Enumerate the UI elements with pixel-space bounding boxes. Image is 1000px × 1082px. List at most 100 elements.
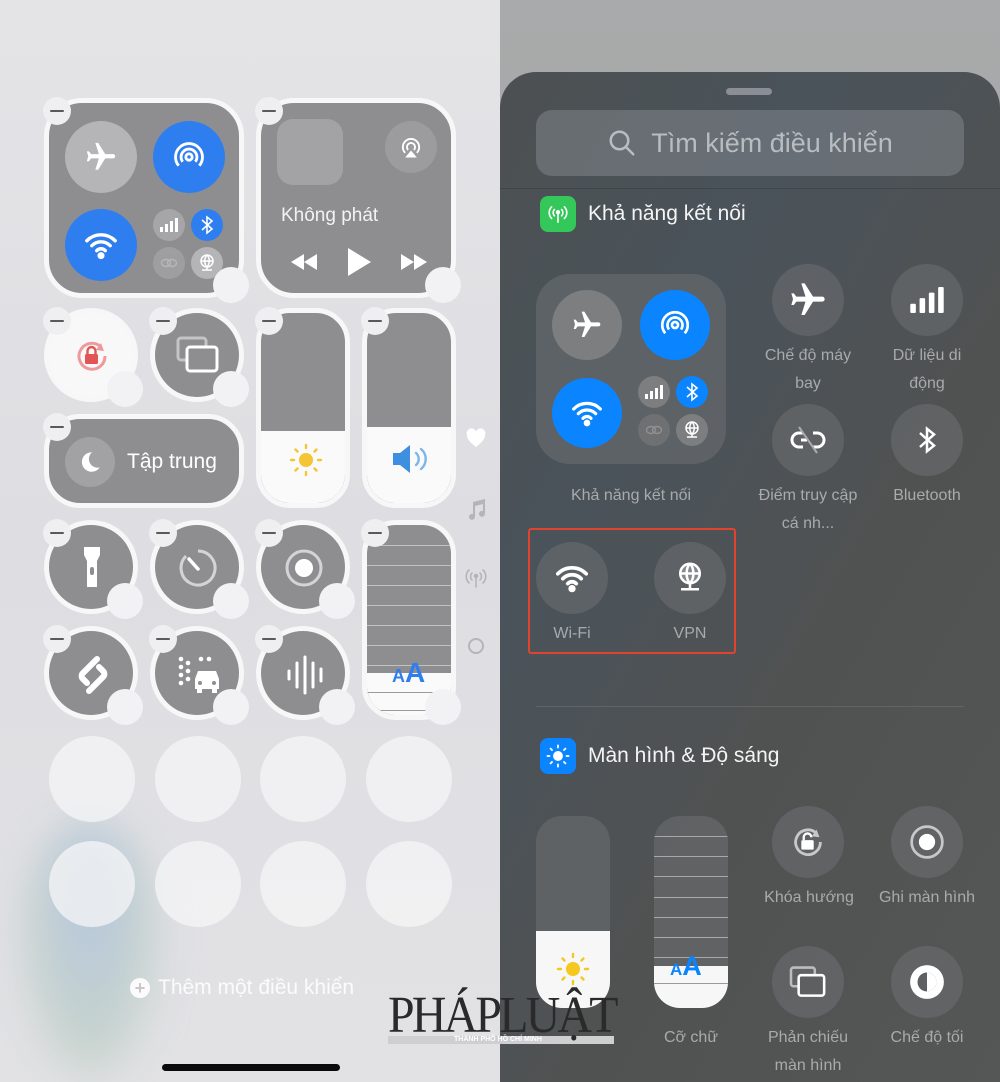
brightness-slider[interactable] xyxy=(255,307,350,508)
volume-slider[interactable] xyxy=(361,307,456,508)
control-personal-hotspot[interactable] xyxy=(772,404,844,476)
moon-icon xyxy=(81,452,100,472)
remove-control-button[interactable] xyxy=(43,625,71,653)
resize-handle[interactable] xyxy=(213,583,249,619)
remove-control-button[interactable] xyxy=(149,519,177,547)
empty-slot[interactable] xyxy=(260,841,346,927)
screen-mirroring-tile[interactable] xyxy=(149,307,249,407)
control-dark-mode[interactable] xyxy=(891,946,963,1018)
remove-control-button[interactable] xyxy=(255,519,283,547)
text-size-slider[interactable]: AA xyxy=(361,519,461,725)
resize-handle[interactable] xyxy=(107,583,143,619)
hotspot-icon xyxy=(160,258,178,268)
control-screen-mirroring[interactable] xyxy=(772,946,844,1018)
text-size-step-line xyxy=(654,876,728,878)
resize-handle[interactable] xyxy=(213,267,249,303)
remove-control-button[interactable] xyxy=(149,625,177,653)
empty-slot[interactable] xyxy=(260,736,346,822)
resize-handle[interactable] xyxy=(107,689,143,725)
text-size-step-line xyxy=(367,604,451,606)
remove-control-button[interactable] xyxy=(149,307,177,335)
rewind-icon[interactable] xyxy=(289,252,319,272)
bluetooth-toggle[interactable] xyxy=(191,209,223,241)
connectivity-tile[interactable] xyxy=(43,97,249,303)
remove-control-button[interactable] xyxy=(361,519,389,547)
search-placeholder: Tìm kiếm điều khiển xyxy=(651,127,893,158)
control-cellular-data[interactable] xyxy=(891,264,963,336)
add-control-label: Thêm một điều khiển xyxy=(158,976,355,999)
airplay-button[interactable] xyxy=(385,121,437,173)
empty-slot[interactable] xyxy=(365,736,452,822)
search-controls-field[interactable]: Tìm kiếm điều khiển xyxy=(536,110,964,176)
cellular-icon xyxy=(160,218,178,232)
resize-handle[interactable] xyxy=(213,371,249,407)
control-wifi[interactable] xyxy=(536,542,608,614)
circle-icon xyxy=(468,638,484,654)
airplane-icon xyxy=(86,142,116,170)
text-size-slider[interactable]: AA xyxy=(654,816,728,1008)
connectivity-group-control[interactable] xyxy=(536,274,726,464)
control-vpn[interactable] xyxy=(654,542,726,614)
flashlight-tile[interactable] xyxy=(43,519,143,619)
resize-handle[interactable] xyxy=(425,689,461,725)
brightness-slider[interactable] xyxy=(536,816,610,1008)
control-label: Điểm truy cập cá nh... xyxy=(758,487,858,532)
control-bluetooth[interactable] xyxy=(891,404,963,476)
resize-handle[interactable] xyxy=(319,583,355,619)
hotspot-toggle[interactable] xyxy=(153,247,185,279)
vehicle-motion-cues-tile[interactable] xyxy=(149,625,249,725)
empty-slot[interactable] xyxy=(49,841,135,927)
control-screen-recording[interactable] xyxy=(891,806,963,878)
music-recognition-tile[interactable] xyxy=(255,625,355,725)
remove-control-button[interactable] xyxy=(361,307,389,335)
page-connectivity[interactable] xyxy=(462,564,490,592)
empty-slot[interactable] xyxy=(365,841,452,927)
airdrop-toggle[interactable] xyxy=(153,121,225,193)
airplane-toggle[interactable] xyxy=(65,121,137,193)
orientation-lock-tile[interactable] xyxy=(43,307,143,407)
control-label: Dữ liệu di động xyxy=(892,347,962,392)
control-label: Cỡ chữ xyxy=(663,1029,719,1046)
empty-slot[interactable] xyxy=(154,841,241,927)
control-airplane-mode[interactable] xyxy=(772,264,844,336)
text-size-step-line xyxy=(654,836,728,838)
remove-control-button[interactable] xyxy=(255,97,283,125)
shazam-tile[interactable] xyxy=(43,625,143,725)
empty-slot[interactable] xyxy=(154,736,241,822)
screen-record-tile[interactable] xyxy=(255,519,355,619)
remove-control-button[interactable] xyxy=(43,519,71,547)
remove-control-button[interactable] xyxy=(43,307,71,335)
now-playing-tile[interactable]: Không phát xyxy=(255,97,461,303)
empty-slot[interactable] xyxy=(49,736,135,822)
antenna-icon xyxy=(548,205,568,223)
sheet-grabber[interactable] xyxy=(726,88,772,95)
focus-tile[interactable]: Tập trung xyxy=(43,413,244,508)
wifi-icon xyxy=(85,233,117,260)
control-label: Chế độ máy bay xyxy=(764,347,852,392)
control-orientation-lock[interactable] xyxy=(772,806,844,878)
timer-tile[interactable] xyxy=(149,519,249,619)
page-new[interactable] xyxy=(462,632,490,660)
watermark-text: PHÁPLUẬT xyxy=(388,987,619,1044)
play-icon[interactable] xyxy=(346,247,372,277)
resize-handle[interactable] xyxy=(213,689,249,725)
bluetooth-icon xyxy=(201,215,214,235)
resize-handle[interactable] xyxy=(425,267,461,303)
cellular-toggle[interactable] xyxy=(153,209,185,241)
remove-control-button[interactable] xyxy=(43,97,71,125)
remove-control-button[interactable] xyxy=(255,307,283,335)
vpn-icon xyxy=(678,562,702,591)
sound-wave-icon xyxy=(287,655,323,695)
remove-control-button[interactable] xyxy=(43,413,71,441)
wifi-toggle[interactable] xyxy=(65,209,137,281)
text-size-icon: AA xyxy=(392,657,426,688)
resize-handle[interactable] xyxy=(107,371,143,407)
remove-control-button[interactable] xyxy=(255,625,283,653)
resize-handle[interactable] xyxy=(319,689,355,725)
control-center-edit-panel: Không phát Tập trung AA + Thêm một điều … xyxy=(0,0,500,1082)
fast-forward-icon[interactable] xyxy=(399,252,429,272)
text-size-step-line xyxy=(654,936,728,938)
page-favorites[interactable] xyxy=(462,424,490,452)
add-control-button[interactable]: + Thêm một điều khiển xyxy=(130,976,354,1000)
page-music[interactable] xyxy=(462,496,490,524)
